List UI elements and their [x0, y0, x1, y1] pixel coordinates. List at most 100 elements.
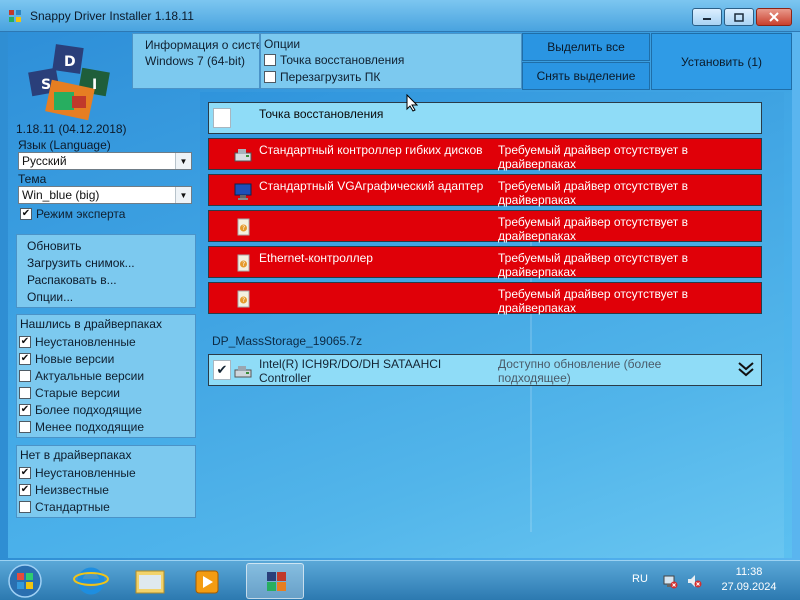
minimize-button[interactable]: [692, 8, 722, 26]
language-label: Язык (Language): [18, 138, 111, 152]
taskbar-sdi[interactable]: [246, 563, 304, 599]
filter-nf-unknown[interactable]: ✔ Неизвестные: [19, 481, 193, 498]
checkbox[interactable]: ✔: [19, 335, 31, 348]
language-indicator[interactable]: RU: [632, 573, 648, 585]
settings-panel: Язык (Language) Русский ▼ Тема Win_blue …: [16, 138, 196, 230]
restore-point-row[interactable]: Точка восстановления: [208, 102, 762, 134]
checkbox[interactable]: [19, 420, 31, 433]
os-version: Windows 7 (64-bit): [145, 54, 246, 68]
theme-value: Win_blue (big): [22, 188, 100, 202]
driver-row[interactable]: ? Требуемый драйвер отсутствует в драйве…: [208, 210, 762, 243]
found-header: Нашлись в драйверпаках: [20, 317, 162, 331]
install-button[interactable]: Установить (1): [651, 33, 792, 90]
theme-label: Тема: [18, 172, 47, 186]
option-restore-point[interactable]: Точка восстановления: [264, 51, 518, 68]
title-bar[interactable]: Snappy Driver Installer 1.18.11: [0, 0, 800, 32]
reboot-label: Перезагрузить ПК: [280, 69, 381, 84]
chevron-down-icon: ▼: [175, 153, 191, 169]
expert-mode-checkbox[interactable]: ✔: [20, 207, 32, 220]
extract-to-link[interactable]: Распаковать в...: [27, 273, 185, 290]
svg-text:?: ?: [242, 225, 245, 232]
taskbar-media-player[interactable]: [178, 563, 236, 599]
refresh-link[interactable]: Обновить: [27, 239, 185, 256]
filter-not-installed[interactable]: ✔ Неустановленные: [19, 333, 193, 350]
app-icon: [9, 10, 21, 22]
app-window: Snappy Driver Installer 1.18.11 S D I 1.…: [0, 0, 800, 560]
taskbar-explorer[interactable]: [120, 563, 178, 599]
restore-row-checkbox[interactable]: [213, 108, 231, 128]
filter-label: Неизвестные: [35, 482, 109, 497]
driver-row[interactable]: ? Требуемый драйвер отсутствует в драйве…: [208, 282, 762, 315]
driver-update-row[interactable]: ✔ Intel(R) ICH9R/DO/DH SATAAHCI Controll…: [208, 354, 762, 386]
mouse-cursor-icon: [406, 94, 418, 112]
driver-status: Требуемый драйвер отсутствует в драйверп…: [498, 143, 688, 171]
filter-nf-not-installed[interactable]: ✔ Неустановленные: [19, 464, 193, 481]
clock[interactable]: 11:38 27.09.2024: [712, 565, 786, 595]
checkbox[interactable]: [19, 369, 31, 382]
system-info-title: Информация о системе: [145, 38, 259, 52]
maximize-button[interactable]: [724, 8, 754, 26]
driver-row[interactable]: Стандартный контроллер гибких дисков Тре…: [208, 138, 762, 171]
logo-letter-d: D: [64, 54, 76, 70]
minimize-icon: [703, 18, 711, 20]
checkbox[interactable]: [19, 500, 31, 513]
update-name-line2: Controller: [259, 371, 312, 385]
app-version: 1.18.11 (04.12.2018): [16, 122, 127, 136]
storage-controller-icon: [234, 366, 252, 378]
sdi-app-icon: [267, 572, 286, 591]
filter-worse-match[interactable]: Менее подходящие: [19, 418, 193, 435]
filter-current-versions[interactable]: Актуальные версии: [19, 367, 193, 384]
checkbox[interactable]: ✔: [19, 483, 31, 496]
filter-nf-standard[interactable]: Стандартные: [19, 498, 193, 515]
svg-text:?: ?: [242, 297, 245, 304]
checkbox[interactable]: [19, 386, 31, 399]
reboot-checkbox[interactable]: [264, 70, 276, 83]
checkbox[interactable]: ✔: [19, 466, 31, 479]
logo-letter-s: S: [41, 77, 51, 93]
deselect-button[interactable]: Снять выделение: [522, 62, 650, 90]
theme-select[interactable]: Win_blue (big) ▼: [18, 186, 192, 204]
filter-label: Менее подходящие: [35, 419, 145, 434]
logo-letter-i: I: [92, 77, 97, 93]
driver-row[interactable]: Стандартный VGAграфический адаптер Требу…: [208, 174, 762, 207]
start-button[interactable]: [6, 563, 44, 599]
options-link[interactable]: Опции...: [27, 290, 185, 307]
driver-status: Требуемый драйвер отсутствует в драйверп…: [498, 287, 688, 315]
update-checkbox[interactable]: ✔: [213, 360, 231, 380]
driver-list[interactable]: Точка восстановления Стандартный контрол…: [200, 92, 784, 558]
expand-chevron-icon[interactable]: [737, 361, 755, 377]
options-header: Опции: [264, 37, 301, 51]
filter-label: Актуальные версии: [35, 368, 145, 383]
taskbar-ie[interactable]: [62, 563, 120, 599]
filter-old-versions[interactable]: Старые версии: [19, 384, 193, 401]
network-warning-icon[interactable]: [662, 573, 678, 589]
expert-mode-toggle[interactable]: ✔ Режим эксперта: [16, 205, 196, 222]
filter-label: Старые версии: [35, 385, 121, 400]
filter-new-versions[interactable]: ✔ Новые версии: [19, 350, 193, 367]
notfound-header: Нет в драйверпаках: [20, 448, 132, 462]
checkbox[interactable]: ✔: [19, 403, 31, 416]
system-info-panel[interactable]: Информация о системе Windows 7 (64-bit): [132, 33, 260, 89]
maximize-icon: [734, 12, 744, 22]
update-name-line1: Intel(R) ICH9R/DO/DH SATAAHCI: [259, 357, 442, 371]
monitor-icon: [234, 183, 252, 200]
restore-point-checkbox[interactable]: [264, 53, 276, 66]
filter-better-match[interactable]: ✔ Более подходящие: [19, 401, 193, 418]
actions-panel: Обновить Загрузить снимок... Распаковать…: [16, 234, 196, 308]
driver-status: Требуемый драйвер отсутствует в драйверп…: [498, 251, 688, 279]
driver-row[interactable]: ? Ethernet-контроллер Требуемый драйвер …: [208, 246, 762, 279]
checkbox[interactable]: ✔: [19, 352, 31, 365]
floppy-controller-icon: [234, 149, 252, 162]
unknown-device-icon: ?: [237, 254, 250, 272]
found-filter-panel: Нашлись в драйверпаках ✔ Неустановленные …: [16, 314, 196, 438]
option-reboot[interactable]: Перезагрузить ПК: [264, 68, 518, 85]
close-button[interactable]: [756, 8, 792, 26]
update-status-line2: подходящее): [498, 371, 571, 385]
language-select[interactable]: Русский ▼: [18, 152, 192, 170]
filter-label: Неустановленные: [35, 465, 136, 480]
select-all-button[interactable]: Выделить все: [522, 33, 650, 61]
notfound-filter-panel: Нет в драйверпаках ✔ Неустановленные ✔ Неи…: [16, 445, 196, 518]
volume-muted-icon[interactable]: [686, 573, 702, 589]
restore-point-label: Точка восстановления: [280, 52, 405, 67]
load-snapshot-link[interactable]: Загрузить снимок...: [27, 256, 185, 273]
